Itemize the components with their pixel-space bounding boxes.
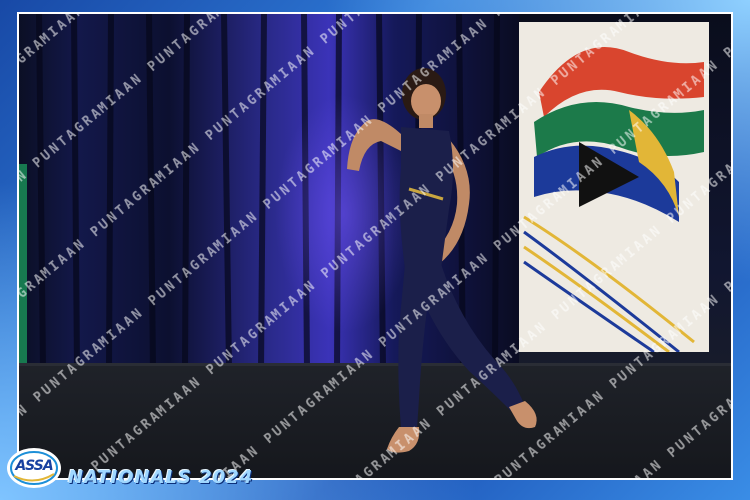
stage-photo: MIAAN PUNTAGRAPHY	[17, 12, 733, 480]
logo-text: ASSA	[15, 458, 53, 474]
event-title: NATIONALS 2024	[68, 467, 254, 488]
dancer	[347, 68, 537, 453]
photo-frame: MIAAN PUNTAGRAPHY ASSA NATIONALS 2024	[0, 0, 750, 500]
